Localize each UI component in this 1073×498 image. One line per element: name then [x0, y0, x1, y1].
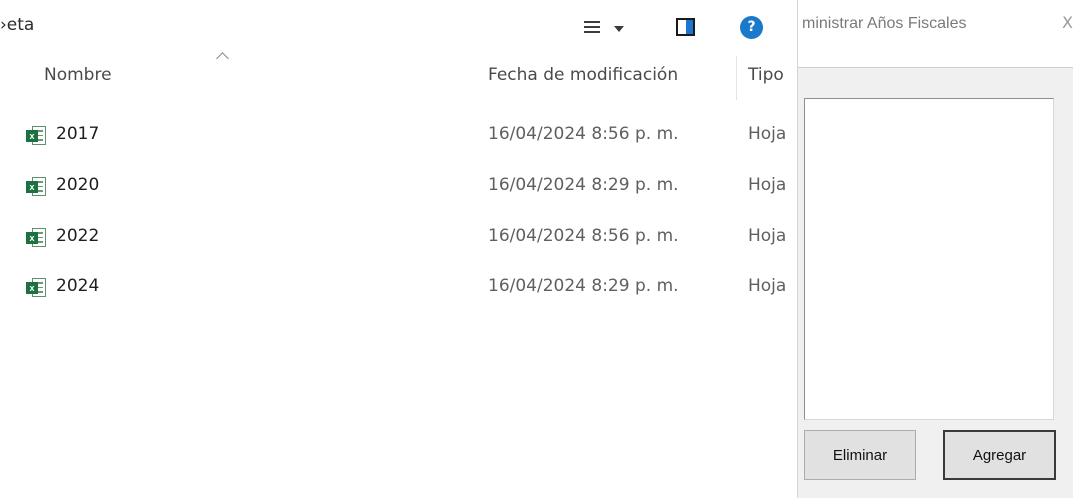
- file-name: 2017: [56, 124, 100, 144]
- file-name: 2020: [56, 175, 100, 195]
- dialog-title: ministrar Años Fiscales: [802, 15, 967, 32]
- file-row[interactable]: x 2022 16/04/2024 8:56 p. m. Hoja: [0, 224, 797, 264]
- explorer-toolbar: ›eta ?: [0, 0, 797, 50]
- file-modified-date: 16/04/2024 8:29 p. m.: [488, 175, 679, 195]
- file-row[interactable]: x 2017 16/04/2024 8:56 p. m. Hoja: [0, 122, 797, 162]
- view-options-button[interactable]: [578, 16, 628, 40]
- file-row[interactable]: x 2024 16/04/2024 8:29 p. m. Hoja: [0, 274, 797, 314]
- file-explorer-pane: ›eta ? Nombre Fecha de modificación Tipo…: [0, 0, 797, 498]
- list-view-icon: [584, 21, 600, 33]
- file-modified-date: 16/04/2024 8:56 p. m.: [488, 124, 679, 144]
- file-type: Hoja: [748, 124, 787, 144]
- dialog-title-bar[interactable]: ministrar Años Fiscales X: [798, 0, 1073, 68]
- file-type: Hoja: [748, 175, 787, 195]
- column-divider[interactable]: [736, 56, 737, 100]
- sort-ascending-icon: [216, 52, 229, 65]
- close-icon[interactable]: X: [1062, 13, 1073, 32]
- file-row[interactable]: x 2020 16/04/2024 8:29 p. m. Hoja: [0, 173, 797, 213]
- preview-pane-icon[interactable]: [676, 18, 695, 36]
- excel-file-icon: x: [26, 177, 48, 196]
- excel-file-icon: x: [26, 126, 48, 145]
- file-type: Hoja: [748, 226, 787, 246]
- breadcrumb[interactable]: ›eta: [0, 15, 34, 35]
- file-modified-date: 16/04/2024 8:29 p. m.: [488, 276, 679, 296]
- column-header-type[interactable]: Tipo: [748, 65, 784, 85]
- delete-button[interactable]: Eliminar: [804, 430, 916, 480]
- file-modified-date: 16/04/2024 8:56 p. m.: [488, 226, 679, 246]
- column-header-modified[interactable]: Fecha de modificación: [488, 65, 678, 85]
- file-name: 2024: [56, 276, 100, 296]
- add-button[interactable]: Agregar: [943, 430, 1056, 480]
- chevron-down-icon: [614, 26, 624, 32]
- fiscal-years-listbox[interactable]: [804, 98, 1054, 420]
- excel-file-icon: x: [26, 228, 48, 247]
- fiscal-years-dialog: ministrar Años Fiscales X Eliminar Agreg…: [797, 0, 1073, 498]
- column-header-name[interactable]: Nombre: [44, 65, 112, 85]
- file-name: 2022: [56, 226, 100, 246]
- file-type: Hoja: [748, 276, 787, 296]
- excel-file-icon: x: [26, 278, 48, 297]
- help-icon[interactable]: ?: [740, 16, 763, 39]
